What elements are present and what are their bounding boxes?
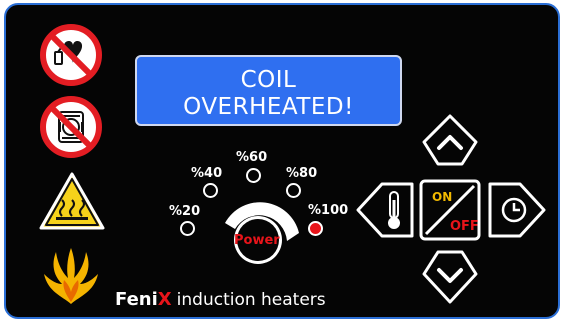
down-button[interactable] <box>420 248 480 306</box>
level-led-20 <box>180 221 195 236</box>
no-metal-implant-icon <box>40 96 102 158</box>
display-line-2: OVERHEATED! <box>183 94 354 120</box>
up-button[interactable] <box>420 112 480 172</box>
display-line-1: COIL <box>240 67 297 93</box>
level-led-60 <box>246 168 261 183</box>
hot-surface-warning-icon <box>39 172 105 230</box>
brand-tagline: induction heaters <box>176 290 326 310</box>
level-label-60: %60 <box>236 150 268 165</box>
thermometer-button[interactable] <box>354 180 416 240</box>
level-label-40: %40 <box>191 166 223 181</box>
off-label: OFF <box>450 219 479 234</box>
power-knob-label: Power <box>234 233 280 248</box>
no-pacemaker-icon <box>40 24 102 86</box>
timer-button[interactable] <box>486 180 548 240</box>
level-label-80: %80 <box>286 166 318 181</box>
level-label-20: %20 <box>169 204 201 219</box>
brand-footer: FeniX induction heaters <box>115 289 326 310</box>
phoenix-logo-icon <box>44 248 98 304</box>
on-label: ON <box>432 190 453 204</box>
brand-name-part2: X <box>157 289 172 310</box>
brand-name-part1: Feni <box>115 289 158 310</box>
status-display: COIL OVERHEATED! <box>135 55 402 126</box>
